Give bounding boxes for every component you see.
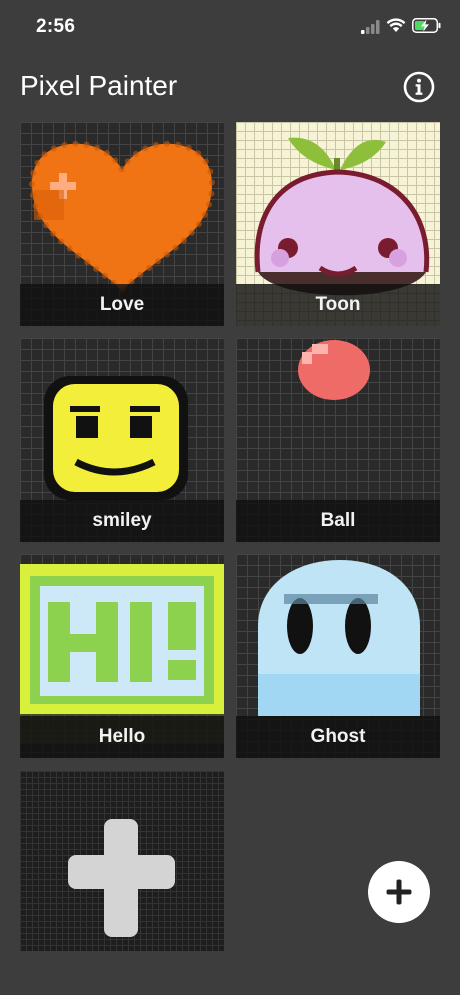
drawing-title: Hello <box>20 716 224 758</box>
battery-charging-icon <box>412 18 441 33</box>
signal-icon <box>361 20 380 34</box>
add-drawing-button[interactable] <box>368 861 430 923</box>
plus-icon <box>68 819 175 937</box>
app-title: Pixel Painter <box>20 70 178 101</box>
drawing-tile-hello[interactable]: Hello <box>20 554 224 758</box>
wifi-icon <box>386 18 406 32</box>
drawing-title: smiley <box>20 500 224 542</box>
new-drawing-tile[interactable] <box>20 771 224 951</box>
drawing-title: Ghost <box>236 716 440 758</box>
drawing-tile-toon[interactable]: Toon <box>236 122 440 326</box>
status-time: 2:56 <box>36 16 76 37</box>
drawing-tile-love[interactable]: Love <box>20 122 224 326</box>
status-bar: 2:56 <box>0 0 460 56</box>
drawing-tile-smiley[interactable]: smiley <box>20 338 224 542</box>
info-circle-icon[interactable] <box>403 71 435 103</box>
drawing-title: Love <box>20 284 224 326</box>
drawing-tile-ball[interactable]: Ball <box>236 338 440 542</box>
drawing-title: Toon <box>236 284 440 326</box>
plus-icon <box>386 879 412 905</box>
drawing-tile-ghost[interactable]: Ghost <box>236 554 440 758</box>
drawing-title: Ball <box>236 500 440 542</box>
